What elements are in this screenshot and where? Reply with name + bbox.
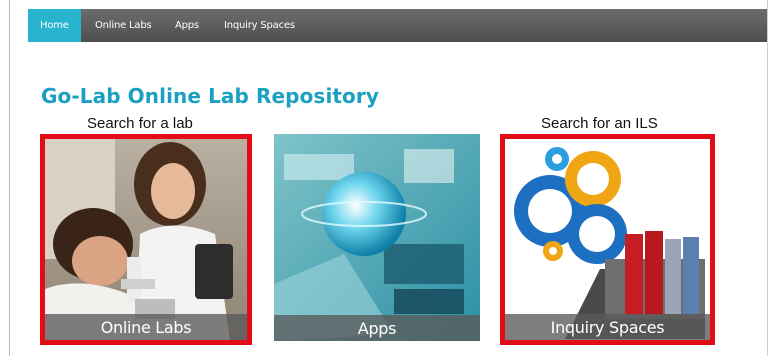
top-band bbox=[10, 0, 767, 9]
nav-home[interactable]: Home bbox=[28, 9, 81, 42]
page-right-border bbox=[767, 0, 768, 356]
nav-inquiry-spaces[interactable]: Inquiry Spaces bbox=[224, 9, 295, 42]
tile-apps[interactable]: Apps bbox=[274, 134, 480, 341]
digital-globe-image bbox=[274, 134, 480, 341]
gears-laptop-image bbox=[505, 139, 710, 340]
caption-search-lab: Search for a lab bbox=[87, 115, 193, 132]
tile-online-labs[interactable]: Online Labs bbox=[40, 134, 252, 345]
page-title: Go-Lab Online Lab Repository bbox=[41, 84, 379, 108]
top-navbar: Home Online Labs Apps Inquiry Spaces bbox=[28, 9, 767, 42]
nav-online-labs[interactable]: Online Labs bbox=[95, 9, 152, 42]
nav-apps[interactable]: Apps bbox=[175, 9, 199, 42]
tile-apps-label: Apps bbox=[274, 315, 480, 341]
tile-inquiry-spaces[interactable]: Inquiry Spaces bbox=[500, 134, 715, 345]
tile-online-labs-label: Online Labs bbox=[45, 314, 247, 340]
caption-search-ils: Search for an ILS bbox=[541, 115, 658, 132]
scientists-microscope-image bbox=[45, 139, 247, 340]
tile-inquiry-spaces-label: Inquiry Spaces bbox=[505, 314, 710, 340]
page-left-border bbox=[9, 0, 10, 356]
